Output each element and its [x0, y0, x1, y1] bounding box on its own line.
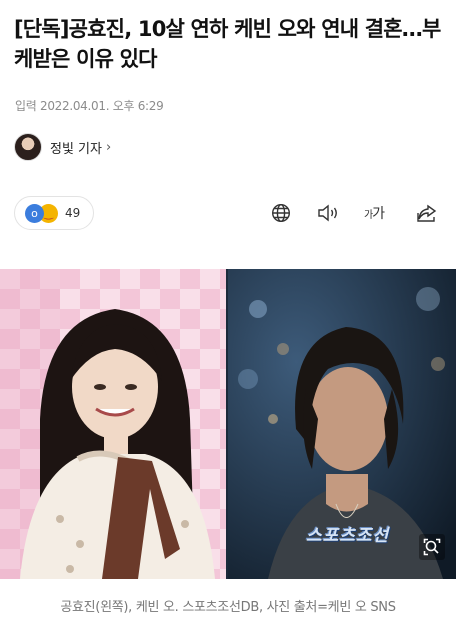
font-size-small-label: 가 [363, 209, 373, 221]
reporter-avatar [14, 133, 42, 161]
chevron-right-icon: › [105, 139, 112, 155]
reaction-count: 49 [65, 206, 81, 220]
magnify-icon [423, 538, 441, 556]
photo-caption: 공효진(왼쪽), 케빈 오. 스포츠조선DB, 사진 출처=케빈 오 SNS [60, 600, 396, 615]
reporter-link[interactable]: 정빛 기자 › [14, 133, 111, 161]
photo-left-woman [0, 269, 226, 579]
zoom-button[interactable] [419, 534, 445, 560]
article-headline: [단독]공효진, 10살 연하 케빈 오와 연내 결혼…부케받은 이유 있다 [14, 17, 441, 71]
globe-icon[interactable] [267, 199, 295, 227]
speaker-icon[interactable] [314, 199, 342, 227]
reaction-button[interactable]: o ‿ 49 [14, 196, 94, 230]
reporter-name: 정빛 기자 [50, 141, 102, 157]
font-size-button[interactable]: 가가 [360, 199, 388, 227]
surprised-emoji-icon: o [25, 203, 44, 223]
share-icon[interactable] [413, 199, 441, 227]
publish-date: 입력 2022.04.01. 오후 6:29 [15, 99, 164, 113]
photo-watermark: 스포츠조선 [306, 526, 390, 546]
font-size-large-label: 가 [372, 206, 385, 222]
article-toolbar: o ‿ 49 가가 [0, 194, 456, 232]
